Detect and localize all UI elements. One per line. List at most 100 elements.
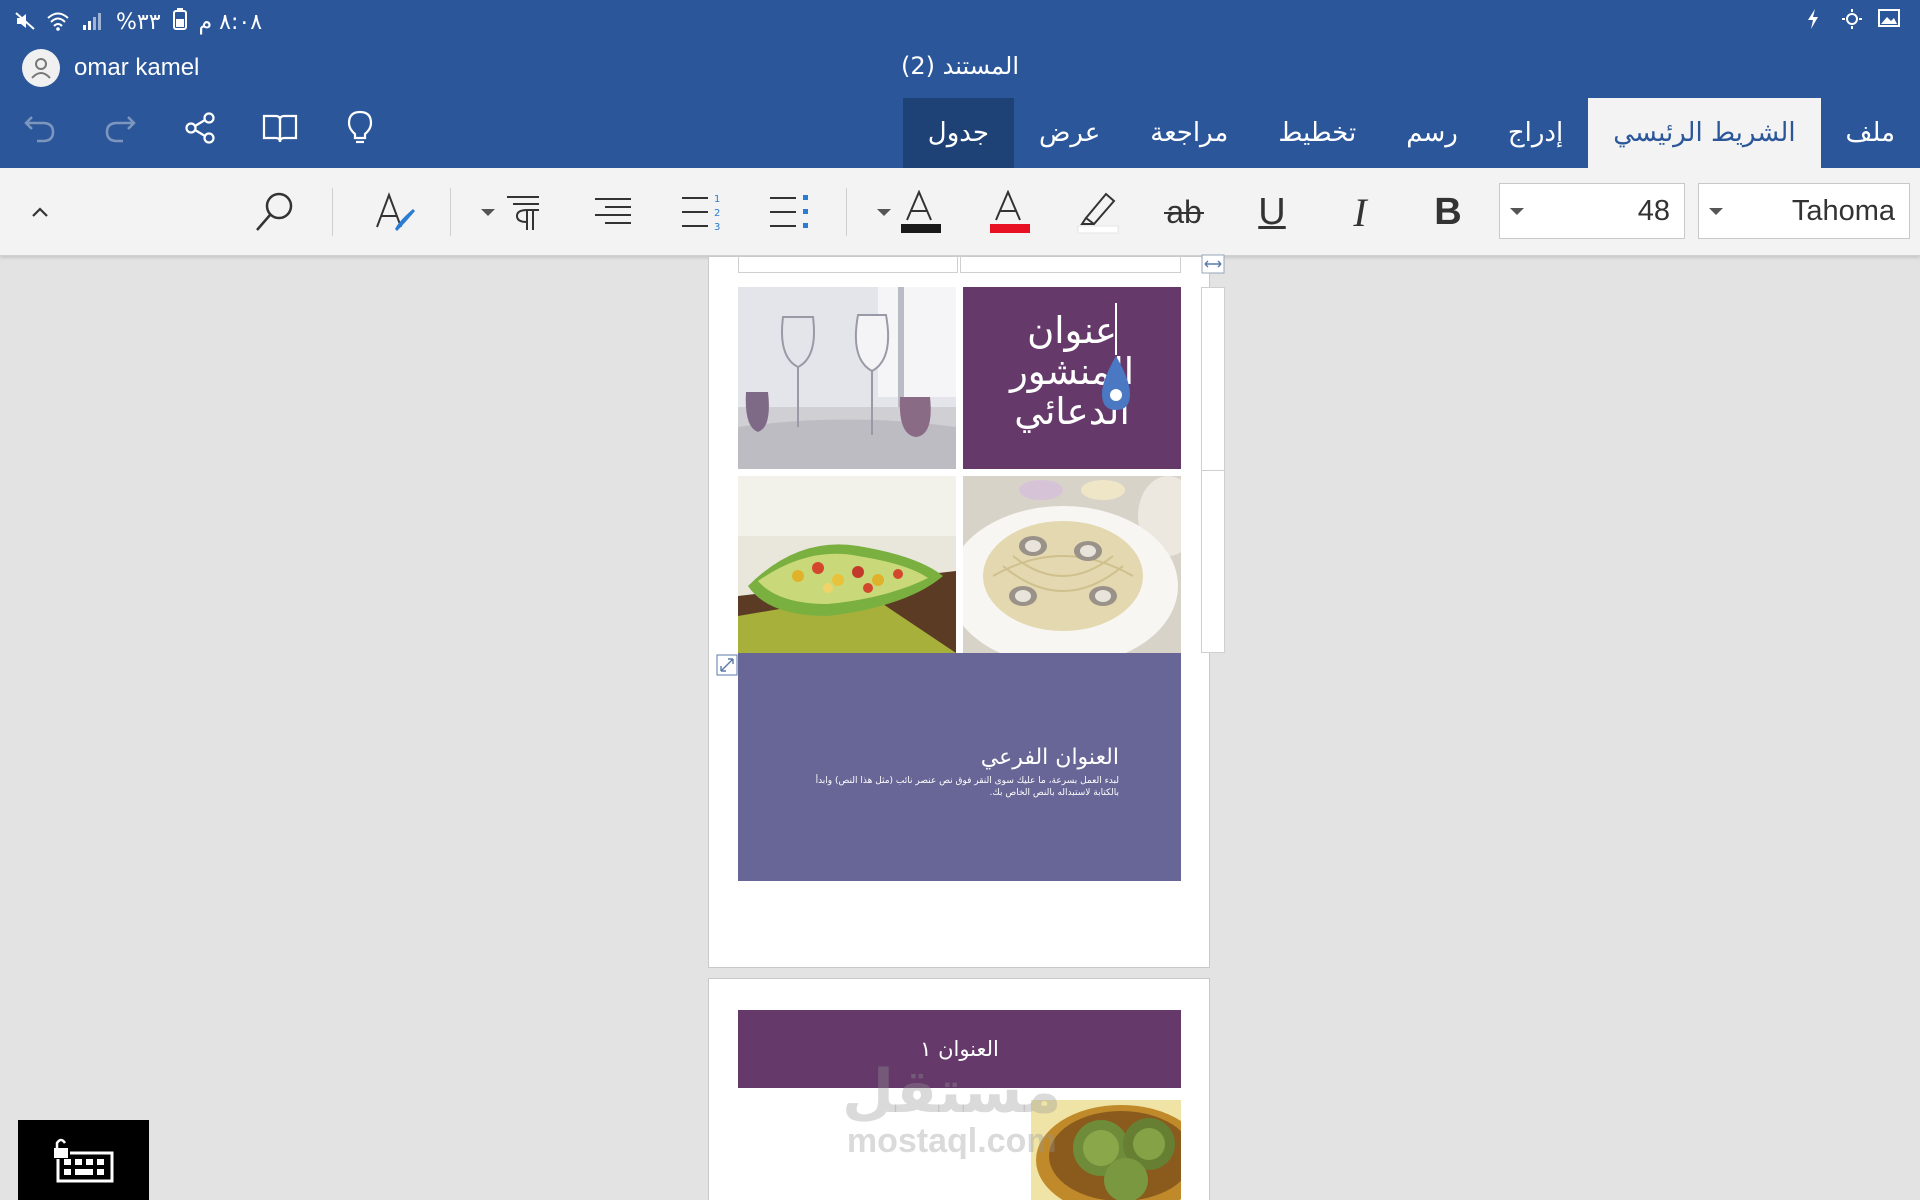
keyboard-toggle-button[interactable]	[18, 1120, 149, 1200]
numbering-button[interactable]: 1 2 3	[678, 184, 724, 240]
caret-down-icon	[481, 208, 495, 216]
home-ribbon: 1 2 3 ab U I B 48 Tahoma	[0, 168, 1920, 256]
table-cell[interactable]	[960, 256, 1181, 273]
selection-handle[interactable]	[1100, 354, 1132, 412]
status-bar: ٨:٠٨ م ٣٣%	[0, 0, 1920, 42]
text-color-icon	[901, 190, 941, 233]
tab-file[interactable]: ملف	[1821, 98, 1920, 168]
tab-layout[interactable]: تخطيط	[1253, 98, 1381, 168]
highlight-button[interactable]	[1074, 184, 1122, 240]
subtitle-text[interactable]: العنوان الفرعي	[981, 745, 1119, 770]
font-color-button[interactable]	[986, 184, 1034, 240]
styles-button[interactable]	[368, 184, 420, 240]
svg-text:3: 3	[714, 222, 720, 232]
tab-draw[interactable]: رسم	[1381, 98, 1483, 168]
tab-view[interactable]: عرض	[1014, 98, 1125, 168]
battery-percent: ٣٣%	[116, 9, 161, 35]
strikethrough-button[interactable]: ab	[1160, 184, 1208, 240]
bold-icon: B	[1434, 190, 1462, 233]
svg-text:1: 1	[714, 194, 720, 205]
tell-me-button[interactable]	[340, 108, 380, 148]
undo-button[interactable]	[20, 108, 60, 148]
ribbon-separator	[332, 188, 333, 236]
title-line[interactable]: المنشور	[963, 351, 1181, 393]
ribbon-separator	[846, 188, 847, 236]
tab-insert[interactable]: إدراج	[1483, 98, 1588, 168]
highlighter-icon	[1077, 192, 1119, 234]
photo-wine-glasses[interactable]	[738, 287, 956, 469]
lightbulb-icon	[347, 110, 373, 144]
resize-handle[interactable]	[716, 654, 738, 676]
table-move-handle[interactable]	[1201, 254, 1225, 274]
tab-review[interactable]: مراجعة	[1125, 98, 1253, 168]
table-row-handles[interactable]	[1201, 287, 1225, 653]
text-color-button[interactable]	[874, 184, 946, 240]
ribbon-tabs: ملف الشريط الرئيسي إدراج رسم تخطيط مراجع…	[902, 98, 1920, 168]
title-line[interactable]: عنوان	[963, 310, 1181, 352]
resize-diagonal-icon	[716, 654, 738, 676]
styles-icon	[376, 192, 415, 231]
app-header: ٨:٠٨ م ٣٣% omar kamel المستند (2) ملف ال…	[0, 0, 1920, 168]
redo-icon	[105, 116, 136, 143]
status-right	[1802, 8, 1900, 30]
status-left: ٨:٠٨ م ٣٣%	[14, 8, 262, 36]
collapse-ribbon-button[interactable]	[22, 184, 58, 240]
quick-access-toolbar	[20, 108, 380, 148]
body-text[interactable]: لبدء العمل بسرعة، ما عليك سوى النقر فوق …	[789, 775, 1119, 799]
share-button[interactable]	[180, 108, 220, 148]
tab-home[interactable]: الشريط الرئيسي	[1588, 98, 1821, 168]
title-line[interactable]: الدعائي	[963, 392, 1181, 433]
wifi-icon	[47, 11, 70, 33]
italic-button[interactable]: I	[1336, 184, 1384, 240]
photo-salad[interactable]	[738, 476, 956, 653]
battery-icon	[172, 8, 187, 36]
caret-down-icon[interactable]	[1709, 207, 1723, 215]
font-name-combo[interactable]: Tahoma	[1698, 183, 1910, 239]
book-icon	[262, 114, 298, 143]
tab-table[interactable]: جدول	[902, 98, 1014, 168]
caret-down-icon	[877, 208, 891, 216]
photo-pasta[interactable]	[963, 476, 1181, 653]
redo-button[interactable]	[100, 108, 140, 148]
keyboard-icon	[51, 1138, 113, 1183]
underline-icon: U	[1258, 190, 1286, 233]
read-mode-button[interactable]	[260, 108, 300, 148]
bold-button[interactable]: B	[1424, 184, 1472, 240]
text-cursor	[1115, 303, 1117, 355]
bullets-button[interactable]	[766, 184, 812, 240]
move-arrows-icon	[1201, 254, 1225, 274]
watermark-arabic: مستقل	[842, 1057, 1062, 1127]
strikethrough-icon: ab	[1164, 194, 1204, 231]
align-right-button[interactable]	[590, 184, 636, 240]
gallery-icon	[1878, 8, 1900, 30]
numbered-list-icon: 1 2 3	[682, 194, 720, 232]
table-cell[interactable]	[738, 256, 958, 273]
paragraph-mark-icon	[507, 196, 539, 230]
align-right-icon	[595, 198, 631, 224]
italic-icon: I	[1353, 189, 1367, 235]
signal-icon	[82, 11, 104, 33]
chevron-up-icon	[32, 207, 48, 217]
drop-handle-icon	[1102, 356, 1130, 410]
status-time: ٨:٠٨ م	[198, 9, 263, 35]
font-size-value[interactable]: 48	[1638, 195, 1670, 228]
eye-comfort-icon	[1840, 8, 1862, 30]
mute-icon	[14, 11, 36, 33]
share-icon	[185, 112, 215, 144]
caret-down-icon[interactable]	[1510, 207, 1524, 215]
find-button[interactable]	[248, 184, 300, 240]
bulleted-list-icon	[770, 195, 808, 228]
ribbon-separator	[450, 188, 451, 236]
watermark: مستقل mostaql.com	[842, 1062, 1061, 1161]
font-name-value[interactable]: Tahoma	[1792, 195, 1895, 228]
watermark-latin: mostaql.com	[846, 1122, 1057, 1160]
underline-button[interactable]: U	[1248, 184, 1296, 240]
search-icon	[256, 192, 293, 231]
undo-icon	[24, 116, 55, 143]
font-size-combo[interactable]: 48	[1499, 183, 1685, 239]
subtitle-block[interactable]: العنوان الفرعي لبدء العمل بسرعة، ما عليك…	[738, 653, 1181, 881]
flyer-title[interactable]: عنوان المنشور الدعائي	[963, 287, 1181, 469]
font-color-icon	[990, 190, 1030, 233]
svg-text:2: 2	[714, 208, 720, 219]
paragraph-direction-button[interactable]	[478, 184, 546, 240]
